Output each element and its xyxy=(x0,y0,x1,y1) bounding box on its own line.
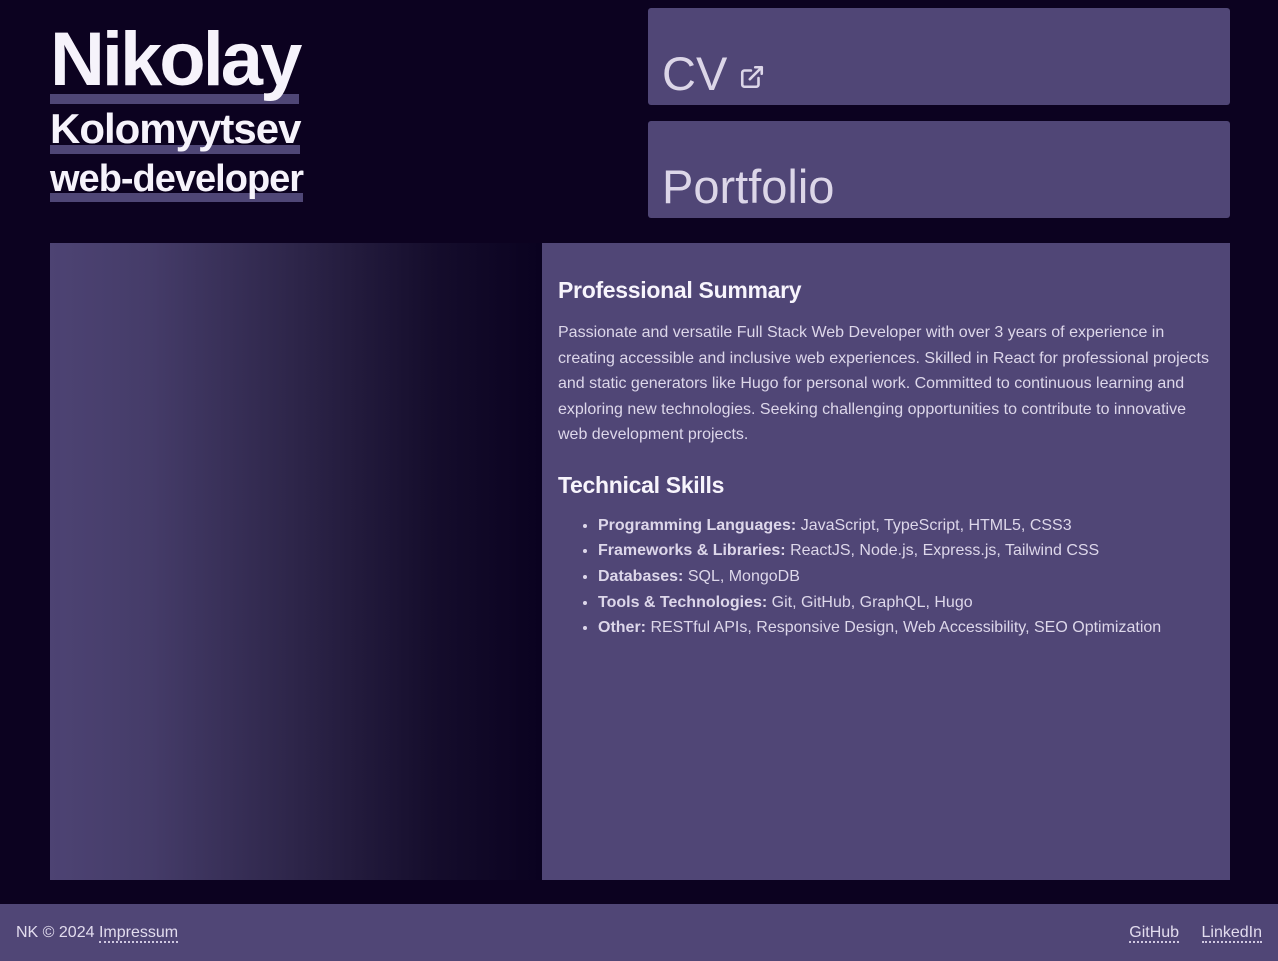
summary-heading: Professional Summary xyxy=(558,277,802,303)
copyright-text: NK © 2024 xyxy=(16,923,95,941)
external-link-icon xyxy=(739,64,765,90)
skill-values: ReactJS, Node.js, Express.js, Tailwind C… xyxy=(785,542,1100,560)
skill-values: JavaScript, TypeScript, HTML5, CSS3 xyxy=(796,516,1072,534)
skill-category: Other: xyxy=(598,619,646,637)
footer: NK © 2024 Impressum GitHub LinkedIn xyxy=(0,904,1278,961)
skills-list: Programming Languages: JavaScript, TypeS… xyxy=(558,513,1214,642)
skill-item: Databases: SQL, MongoDB xyxy=(598,564,1214,590)
skill-category: Tools & Technologies: xyxy=(598,593,768,611)
profile-photo xyxy=(50,243,542,880)
github-link[interactable]: GitHub xyxy=(1129,923,1180,943)
skill-values: Git, GitHub, GraphQL, Hugo xyxy=(767,593,973,611)
skill-item: Tools & Technologies: Git, GitHub, Graph… xyxy=(598,590,1214,616)
skill-item: Frameworks & Libraries: ReactJS, Node.js… xyxy=(598,538,1214,564)
portfolio-link[interactable]: Portfolio xyxy=(648,121,1230,218)
footer-left: NK © 2024 Impressum xyxy=(16,923,179,943)
cv-link[interactable]: CV xyxy=(648,8,1230,105)
skill-item: Other: RESTful APIs, Responsive Design, … xyxy=(598,615,1214,641)
last-name-text: Kolomyytsev xyxy=(50,105,301,154)
first-name-text: Nikolay xyxy=(50,17,302,104)
skill-item: Programming Languages: JavaScript, TypeS… xyxy=(598,513,1214,539)
skills-heading: Technical Skills xyxy=(558,471,725,498)
cv-label: CV xyxy=(662,47,728,100)
skill-category: Databases: xyxy=(598,567,684,585)
role-heading: web-developer xyxy=(50,158,570,202)
summary-text: Passionate and versatile Full Stack Web … xyxy=(558,324,1209,443)
role-text: web-developer xyxy=(50,158,304,202)
skill-category: Programming Languages: xyxy=(598,516,797,534)
linkedin-link[interactable]: LinkedIn xyxy=(1201,923,1262,943)
name-block: Nikolay Kolomyytsev web-developer xyxy=(50,17,570,202)
portfolio-label: Portfolio xyxy=(662,160,835,213)
last-name-heading: Kolomyytsev xyxy=(50,105,570,154)
footer-right: GitHub LinkedIn xyxy=(1111,923,1262,943)
first-name-heading: Nikolay xyxy=(50,17,570,104)
skill-values: RESTful APIs, Responsive Design, Web Acc… xyxy=(646,619,1162,637)
skill-values: SQL, MongoDB xyxy=(683,567,800,585)
skill-category: Frameworks & Libraries: xyxy=(598,542,786,560)
impressum-link[interactable]: Impressum xyxy=(98,923,179,943)
content-panel: Professional Summary Passionate and vers… xyxy=(542,243,1230,880)
